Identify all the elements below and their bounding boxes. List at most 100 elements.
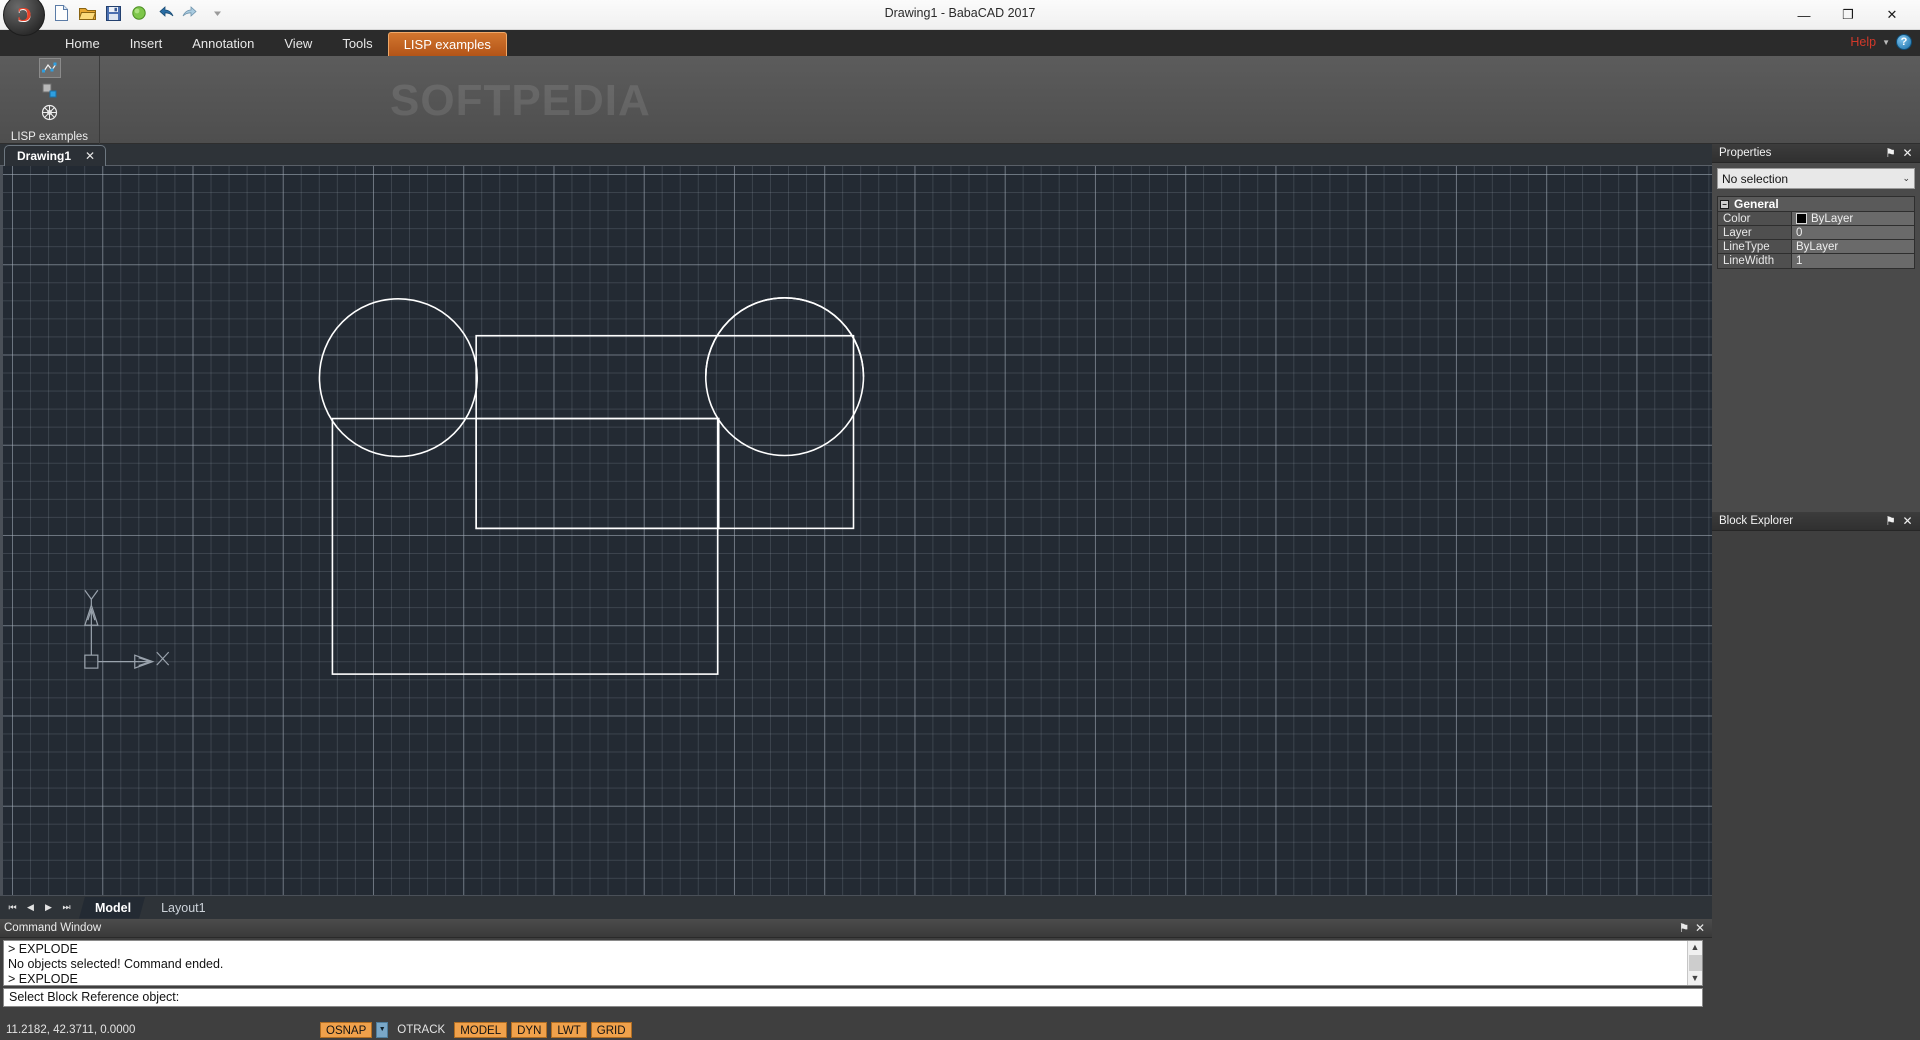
close-icon[interactable]: ✕ — [1899, 514, 1916, 528]
document-tab-bar: Drawing1 ✕ — [0, 144, 1712, 166]
block-explorer-header: Block Explorer ⚑ ✕ — [1712, 512, 1920, 531]
document-tab-drawing1[interactable]: Drawing1 ✕ — [4, 145, 107, 166]
watermark-text: SOFTPEDIA — [390, 76, 651, 125]
toggle-lwt[interactable]: LWT — [551, 1021, 587, 1038]
nav-next-icon[interactable]: ▶ — [40, 899, 57, 917]
rectangle-large — [331, 417, 719, 675]
properties-group-general[interactable]: − General — [1718, 197, 1914, 212]
close-icon[interactable]: ✕ — [1692, 921, 1708, 935]
scroll-up-icon[interactable]: ▲ — [1691, 941, 1700, 954]
collapse-icon[interactable]: − — [1720, 199, 1729, 209]
drawing-canvas[interactable] — [0, 166, 1712, 895]
selection-dropdown-value: No selection — [1722, 171, 1789, 186]
table-row[interactable]: Color ByLayer — [1718, 212, 1914, 226]
layout-nav-buttons: ⏮ ◀ ▶ ⏭ — [0, 899, 79, 917]
drawing-entities — [84, 296, 865, 675]
circle-left — [318, 297, 478, 458]
color-swatch-icon — [1796, 213, 1807, 224]
help-question-icon[interactable]: ? — [1896, 34, 1912, 50]
babacad-logo-icon: C — [16, 3, 32, 26]
toggle-dyn[interactable]: DYN — [511, 1021, 548, 1038]
toggle-otrack[interactable]: OTRACK — [392, 1022, 450, 1038]
pin-icon[interactable]: ⚑ — [1676, 921, 1692, 935]
table-row[interactable]: LineWidth 1 — [1718, 254, 1914, 268]
lisp-wheel-icon[interactable] — [39, 102, 61, 122]
command-window-title: Command Window — [4, 922, 102, 934]
ribbon-tab-view[interactable]: View — [269, 32, 327, 56]
minimize-button[interactable]: — — [1782, 1, 1826, 29]
scrollbar-thumb[interactable] — [1688, 955, 1702, 971]
document-tab-label: Drawing1 — [17, 149, 72, 163]
properties-panel-header: Properties ⚑ ✕ — [1712, 144, 1920, 163]
property-value-text: ByLayer — [1811, 212, 1854, 225]
ucs-icon — [84, 589, 170, 669]
ribbon-panel-area: LISP examples SOFTPEDIA — [0, 56, 1920, 144]
command-line: > EXPLODE — [8, 942, 78, 956]
property-key: Layer — [1718, 226, 1792, 239]
property-key: Color — [1718, 212, 1792, 225]
ribbon-panel-lisp-examples: LISP examples — [0, 56, 100, 144]
table-row[interactable]: LineType ByLayer — [1718, 240, 1914, 254]
property-value[interactable]: 0 — [1792, 226, 1914, 239]
arc-right-partial — [704, 296, 865, 377]
rectangle-middle — [475, 417, 720, 530]
application-window: C Drawing1 - BabaCAD 2017 — ❐ ✕ Home Ins… — [0, 0, 1920, 1040]
toggle-model[interactable]: MODEL — [454, 1021, 508, 1038]
help-area: Help ▼ ? — [1850, 34, 1912, 50]
properties-group-label: General — [1734, 197, 1779, 211]
properties-panel-body: No selection ⌄ − General Color ByLayer L… — [1712, 163, 1920, 512]
nav-last-icon[interactable]: ⏭ — [58, 899, 75, 917]
command-window: Command Window ⚑ ✕ > EXPLODE No objects … — [0, 919, 1712, 1019]
command-prompt-input[interactable]: Select Block Reference object: — [3, 988, 1703, 1007]
osnap-dropdown-icon[interactable]: ▼ — [376, 1021, 389, 1038]
status-bar: 11.2182, 42.3711, 0.0000 OSNAP ▼ OTRACK … — [0, 1019, 1920, 1040]
command-line: No objects selected! Command ended. — [8, 957, 224, 971]
close-button[interactable]: ✕ — [1870, 1, 1914, 29]
block-explorer-body[interactable] — [1712, 531, 1920, 886]
property-key: LineType — [1718, 240, 1792, 253]
command-window-header: Command Window ⚑ ✕ — [0, 919, 1712, 938]
pin-icon[interactable]: ⚑ — [1882, 514, 1899, 528]
chevron-down-icon: ⌄ — [1902, 173, 1910, 183]
block-explorer-title: Block Explorer — [1719, 515, 1794, 527]
command-history-scrollbar[interactable]: ▲ ▼ — [1687, 941, 1702, 985]
ribbon-tab-bar: Home Insert Annotation View Tools LISP e… — [0, 30, 1920, 56]
ribbon-tab-tools[interactable]: Tools — [327, 32, 387, 56]
lisp-polyline-icon[interactable] — [38, 58, 61, 78]
rectangle-top — [475, 334, 855, 530]
status-toggles: OSNAP ▼ OTRACK MODEL DYN LWT GRID — [320, 1021, 632, 1038]
ribbon-tab-annotation[interactable]: Annotation — [177, 32, 269, 56]
close-icon[interactable]: ✕ — [1899, 146, 1916, 160]
ribbon-tab-home[interactable]: Home — [50, 32, 115, 56]
scroll-down-icon[interactable]: ▼ — [1691, 972, 1700, 985]
properties-table: − General Color ByLayer Layer 0 LineType — [1717, 196, 1915, 269]
property-value[interactable]: ByLayer — [1792, 212, 1914, 225]
chevron-down-icon[interactable]: ▼ — [1882, 38, 1890, 47]
table-row[interactable]: Layer 0 — [1718, 226, 1914, 240]
properties-panel-title: Properties — [1719, 147, 1772, 159]
window-controls: — ❐ ✕ — [1782, 0, 1914, 30]
layout-tab-layout1[interactable]: Layout1 — [145, 897, 219, 919]
ribbon-panel-icons — [0, 58, 99, 122]
help-link[interactable]: Help — [1850, 35, 1876, 49]
lisp-block-icon[interactable] — [39, 80, 61, 100]
toggle-osnap[interactable]: OSNAP — [320, 1021, 373, 1038]
property-value[interactable]: ByLayer — [1792, 240, 1914, 253]
pin-icon[interactable]: ⚑ — [1882, 146, 1899, 160]
layout-tab-model[interactable]: Model — [79, 897, 145, 919]
window-title: Drawing1 - BabaCAD 2017 — [884, 6, 1036, 20]
command-history[interactable]: > EXPLODE No objects selected! Command e… — [3, 940, 1703, 986]
ribbon-tab-lisp-examples[interactable]: LISP examples — [387, 32, 507, 56]
ribbon-panel-title: LISP examples — [10, 131, 89, 143]
property-value[interactable]: 1 — [1792, 254, 1914, 268]
title-bar: C Drawing1 - BabaCAD 2017 — ❐ ✕ — [0, 0, 1920, 36]
ribbon-tab-insert[interactable]: Insert — [115, 32, 178, 56]
nav-first-icon[interactable]: ⏮ — [4, 899, 21, 917]
maximize-button[interactable]: ❐ — [1826, 1, 1870, 29]
toggle-grid[interactable]: GRID — [590, 1021, 632, 1038]
property-key: LineWidth — [1718, 254, 1792, 268]
selection-dropdown[interactable]: No selection ⌄ — [1717, 168, 1915, 189]
command-history-lines: > EXPLODE No objects selected! Command e… — [8, 942, 224, 985]
nav-prev-icon[interactable]: ◀ — [22, 899, 39, 917]
close-icon[interactable]: ✕ — [85, 149, 95, 163]
